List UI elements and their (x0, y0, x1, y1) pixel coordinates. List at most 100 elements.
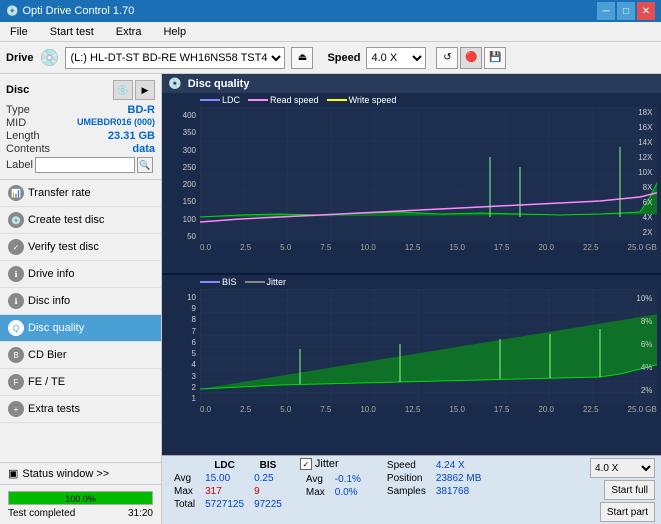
maximize-button[interactable]: □ (617, 2, 635, 20)
y-label-bot-10: 10 (162, 293, 198, 302)
y-right-8x: 8X (643, 183, 653, 192)
disc-label-button[interactable]: 🔍 (137, 157, 153, 173)
speed-icon-btn-2[interactable]: 🔴 (460, 47, 482, 69)
menu-start-test[interactable]: Start test (44, 24, 100, 40)
sidebar-item-label-drive-info: Drive info (28, 268, 74, 280)
legend-ldc-label: LDC (222, 95, 240, 105)
speed-dropdown[interactable]: 4.0 X (590, 458, 655, 478)
stats-ldc-header: LDC (201, 460, 248, 471)
menu-help[interactable]: Help (157, 24, 192, 40)
close-button[interactable]: ✕ (637, 2, 655, 20)
x-label-7-5: 7.5 (320, 243, 331, 252)
disc-length-label: Length (6, 130, 40, 142)
y-right-14x: 14X (638, 138, 653, 147)
legend-bis-label: BIS (222, 277, 237, 287)
jitter-max-label: Max (302, 487, 329, 498)
y-label-top-400: 400 (162, 111, 198, 120)
bot-x-25-gb: 25.0 GB (628, 405, 657, 414)
app-title: Opti Drive Control 1.70 (22, 5, 134, 17)
extra-tests-icon: + (8, 401, 24, 417)
sidebar-item-verify-test-disc[interactable]: ✓ Verify test disc (0, 234, 161, 261)
legend-read-speed: Read speed (248, 95, 319, 105)
menu-bar: File Start test Extra Help (0, 22, 661, 42)
transfer-rate-icon: 📊 (8, 185, 24, 201)
drive-select[interactable]: (L:) HL-DT-ST BD-RE WH16NS58 TST4 (65, 47, 285, 69)
start-part-button[interactable]: Start part (600, 502, 655, 522)
x-label-5: 5.0 (280, 243, 291, 252)
stats-empty-header (170, 460, 199, 471)
speed-icon-btn-1[interactable]: ↺ (436, 47, 458, 69)
legend-write-speed-label: Write speed (349, 95, 397, 105)
nav-menu: 📊 Transfer rate 💿 Create test disc ✓ Ver… (0, 180, 161, 423)
speed-position-section: Speed 4.24 X Position 23862 MB Samples 3… (381, 458, 488, 499)
y-label-top-150: 150 (162, 197, 198, 206)
x-label-0: 0.0 (200, 243, 211, 252)
progress-bar-container: 100.0% (8, 491, 153, 505)
disc-type-value: BD-R (128, 104, 156, 116)
jitter-section: ✓ Jitter Avg -0.1% Max 0.0% (300, 458, 367, 500)
sidebar-item-label-verify-test-disc: Verify test disc (28, 241, 99, 253)
top-chart-x-axis: 0.0 2.5 5.0 7.5 10.0 12.5 15.0 17.5 20.0… (200, 243, 657, 252)
sidebar-item-transfer-rate[interactable]: 📊 Transfer rate (0, 180, 161, 207)
sidebar-item-drive-info[interactable]: ℹ Drive info (0, 261, 161, 288)
speed-icon-btn-3[interactable]: 💾 (484, 47, 506, 69)
disc-mid-row: MID UMEBDR016 (000) (6, 117, 155, 129)
title-bar: 💿 Opti Drive Control 1.70 ─ □ ✕ (0, 0, 661, 22)
disc-contents-row: Contents data (6, 143, 155, 155)
disc-icon-2[interactable]: ▶ (135, 80, 155, 100)
speed-select[interactable]: 4.0 X (366, 47, 426, 69)
minimize-button[interactable]: ─ (597, 2, 615, 20)
sidebar-item-disc-info[interactable]: ℹ Disc info (0, 288, 161, 315)
disc-mid-label: MID (6, 117, 26, 129)
disc-label-input[interactable] (35, 157, 135, 173)
y-right-10pct: 10% (636, 294, 652, 303)
y-label-bot-7: 7 (162, 327, 198, 336)
sidebar-item-label-cd-bier: CD Bier (28, 349, 67, 361)
stats-bis-header: BIS (250, 460, 286, 471)
main-content: Disc 💿 ▶ Type BD-R MID UMEBDR016 (000) L… (0, 74, 661, 524)
position-label: Position (383, 473, 430, 484)
disc-mid-value: UMEBDR016 (000) (77, 117, 155, 129)
write-speed-color-swatch (327, 99, 347, 101)
bot-x-15: 15.0 (449, 405, 465, 414)
eject-button[interactable]: ⏏ (291, 47, 313, 69)
menu-extra[interactable]: Extra (110, 24, 148, 40)
start-full-button[interactable]: Start full (604, 480, 655, 500)
action-section: 4.0 X Start full Start part (590, 458, 655, 522)
x-label-25-gb: 25.0 GB (628, 243, 657, 252)
sidebar-item-create-test-disc[interactable]: 💿 Create test disc (0, 207, 161, 234)
status-window-icon: ▣ (8, 467, 18, 480)
bot-x-12-5: 12.5 (405, 405, 421, 414)
y-right-18x: 18X (638, 108, 653, 117)
stats-avg-ldc: 15.00 (201, 473, 248, 484)
disc-label-label: Label (6, 159, 33, 171)
y-right-6pct: 6% (641, 340, 653, 349)
sidebar-item-fe-te[interactable]: F FE / TE (0, 369, 161, 396)
bot-x-20: 20.0 (538, 405, 554, 414)
legend-write-speed: Write speed (327, 95, 397, 105)
jitter-checkbox[interactable]: ✓ (300, 458, 312, 470)
bottom-chart-svg: 10% 8% 6% 4% 2% (200, 289, 657, 404)
right-panel: 💿 Disc quality LDC Read speed Write spee… (162, 74, 661, 524)
disc-label: Disc (6, 84, 29, 96)
sidebar-item-label-transfer-rate: Transfer rate (28, 187, 91, 199)
sidebar-item-label-disc-quality: Disc quality (28, 322, 84, 334)
bottom-chart-x-axis: 0.0 2.5 5.0 7.5 10.0 12.5 15.0 17.5 20.0… (200, 405, 657, 414)
x-label-10: 10.0 (360, 243, 376, 252)
menu-file[interactable]: File (4, 24, 34, 40)
bot-x-7-5: 7.5 (320, 405, 331, 414)
sidebar-item-disc-quality[interactable]: Q Disc quality (0, 315, 161, 342)
status-window-button[interactable]: ▣ Status window >> (0, 463, 161, 485)
speed-label: Speed (327, 52, 360, 64)
verify-test-disc-icon: ✓ (8, 239, 24, 255)
sidebar-item-label-extra-tests: Extra tests (28, 403, 80, 415)
y-label-bot-2: 2 (162, 383, 198, 392)
y-right-4pct: 4% (641, 363, 653, 372)
sidebar-item-cd-bier[interactable]: B CD Bier (0, 342, 161, 369)
y-right-10x: 10X (638, 168, 653, 177)
sidebar-item-extra-tests[interactable]: + Extra tests (0, 396, 161, 423)
bot-x-5: 5.0 (280, 405, 291, 414)
stats-total-label: Total (170, 499, 199, 510)
y-right-4x: 4X (643, 213, 653, 222)
top-chart-legend: LDC Read speed Write speed (200, 95, 657, 105)
